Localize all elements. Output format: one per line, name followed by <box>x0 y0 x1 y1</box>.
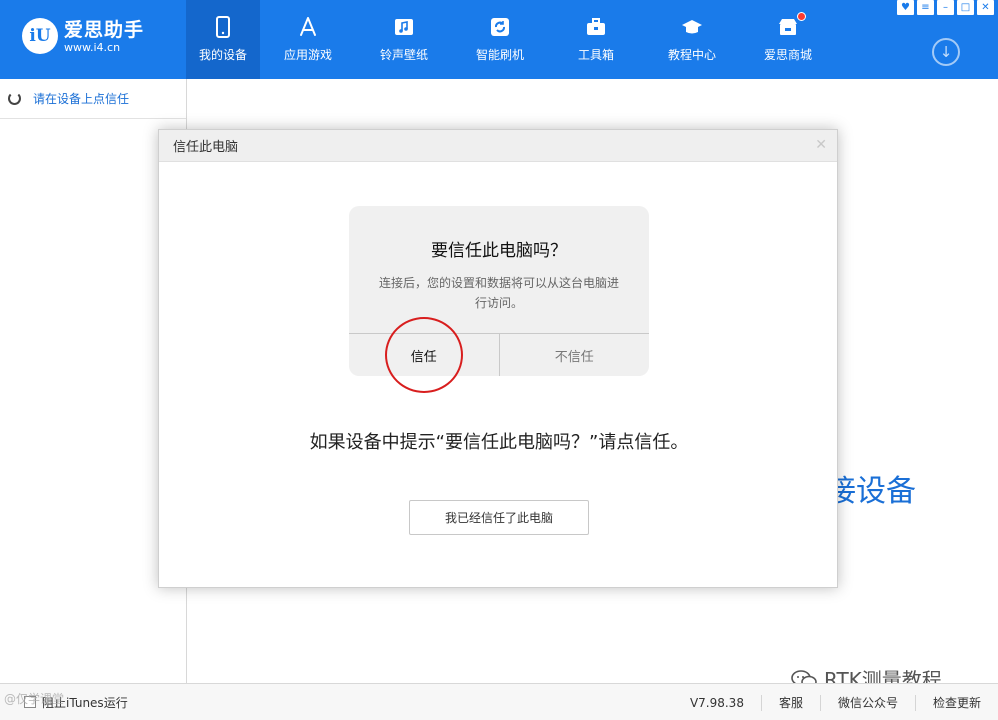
app-header: iU 爱思助手 www.i4.cn 我的设备 应用游戏 铃声壁纸 智能刷机 工具… <box>0 0 998 79</box>
corner-watermark: @仅学课堂 <box>4 692 65 706</box>
footer-links: V7.98.38 客服 微信公众号 检查更新 <box>673 684 998 720</box>
app-url: www.i4.cn <box>64 40 121 54</box>
sidebar-item-trust-prompt[interactable]: 请在设备上点信任 <box>0 79 186 119</box>
nav-shop[interactable]: 爱思商城 <box>740 0 836 79</box>
app-store-icon <box>295 14 321 40</box>
version-label: V7.98.38 <box>689 695 744 710</box>
maximize-icon[interactable]: □ <box>957 0 974 15</box>
sidebar-item-label: 请在设备上点信任 <box>33 92 130 106</box>
nav-label: 智能刷机 <box>475 48 524 62</box>
minimize-icon[interactable]: – <box>937 0 954 15</box>
nav-label: 教程中心 <box>667 48 716 62</box>
app-logo[interactable]: iU 爱思助手 www.i4.cn <box>22 18 144 54</box>
trust-computer-dialog: 信任此电脑 ✕ 要信任此电脑吗？ 连接后，您的设置和数据将可以从这台电脑进行访问… <box>158 129 838 588</box>
nav-tutorial-center[interactable]: 教程中心 <box>644 0 740 79</box>
ios-distrust-button: 不信任 <box>554 349 594 365</box>
status-bar: @仅学课堂 阻止iTunes运行 V7.98.38 客服 微信公众号 检查更新 <box>0 683 998 720</box>
connect-device-text: 接设备 <box>826 474 916 509</box>
nav-toolbox[interactable]: 工具箱 <box>548 0 644 79</box>
menu-icon[interactable]: ≡ <box>917 0 934 15</box>
customer-service-link[interactable]: 客服 <box>760 694 820 711</box>
nav-label: 应用游戏 <box>283 48 332 62</box>
nav-smart-flash[interactable]: 智能刷机 <box>452 0 548 79</box>
nav-label: 我的设备 <box>198 48 247 62</box>
nav-label: 铃声壁纸 <box>379 48 428 62</box>
check-update-link[interactable]: 检查更新 <box>914 694 998 711</box>
nav-label: 工具箱 <box>577 48 614 62</box>
app-name: 爱思助手 <box>64 18 145 41</box>
highlight-circle <box>385 317 463 393</box>
close-icon[interactable]: ✕ <box>977 0 994 15</box>
notification-dot <box>797 12 806 21</box>
wechat-account-link[interactable]: 微信公众号 <box>819 694 915 711</box>
nav-apps-games[interactable]: 应用游戏 <box>260 0 356 79</box>
toolbox-icon <box>583 14 609 40</box>
nav-my-device[interactable]: 我的设备 <box>186 0 260 79</box>
ios-alert-message: 连接后，您的设置和数据将可以从这台电脑进行访问。 <box>378 276 619 310</box>
main-nav: 我的设备 应用游戏 铃声壁纸 智能刷机 工具箱 教程中心 爱思商城 <box>186 0 836 79</box>
already-trusted-button[interactable]: 我已经信任了此电脑 <box>409 500 589 535</box>
dialog-header: 信任此电脑 ✕ <box>159 130 837 162</box>
phone-icon <box>210 14 236 40</box>
refresh-icon <box>487 14 513 40</box>
loading-spinner-icon <box>8 92 21 105</box>
music-icon <box>391 14 417 40</box>
nav-label: 爱思商城 <box>763 48 812 62</box>
window-controls: ♥ ≡ – □ ✕ <box>897 0 994 15</box>
skin-icon[interactable]: ♥ <box>897 0 914 15</box>
logo-text: 爱思助手 www.i4.cn <box>64 19 144 54</box>
ios-alert-title: 要信任此电脑吗？ <box>431 241 567 261</box>
graduation-cap-icon <box>679 14 705 40</box>
logo-mark: iU <box>22 18 58 54</box>
download-icon[interactable]: ↓ <box>932 38 960 66</box>
nav-ringtones-wallpapers[interactable]: 铃声壁纸 <box>356 0 452 79</box>
dialog-title: 信任此电脑 <box>173 140 239 155</box>
trust-instruction-text: 如果设备中提示“要信任此电脑吗？”请点信任。 <box>309 432 689 453</box>
dialog-close-icon[interactable]: ✕ <box>815 137 827 153</box>
